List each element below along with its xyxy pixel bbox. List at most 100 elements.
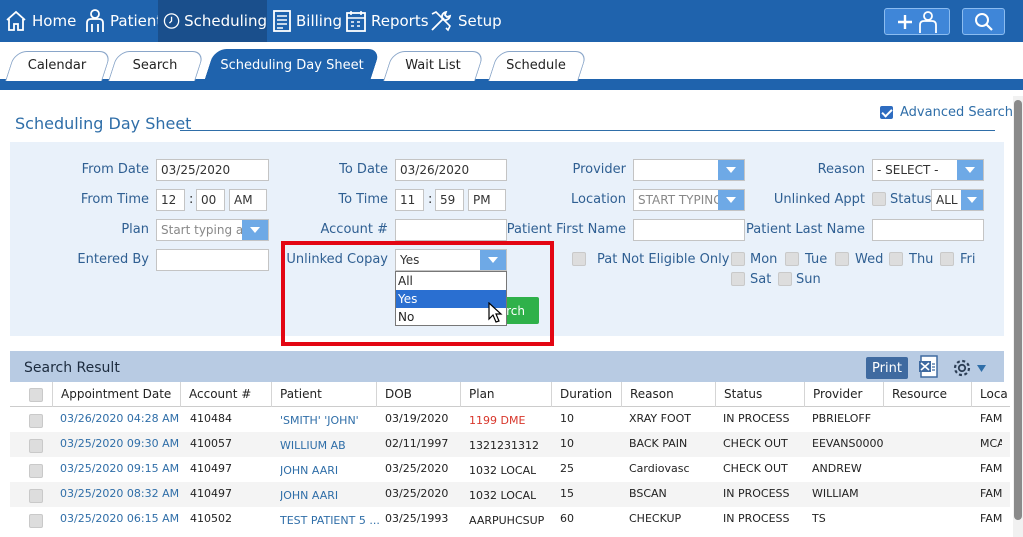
to-ampm-input[interactable]: PM — [468, 189, 506, 211]
patient-first-name-label: Patient First Name — [506, 222, 626, 237]
tab-schedule[interactable]: Schedule — [497, 58, 575, 73]
print-button[interactable]: Print — [866, 357, 908, 379]
home-icon — [6, 10, 26, 31]
entered-by-input[interactable] — [156, 249, 269, 271]
status-select[interactable]: ALL — [931, 189, 984, 211]
col-account[interactable]: Account # — [180, 382, 271, 407]
patient-link[interactable]: 'SMITH' 'JOHN' — [280, 414, 359, 427]
nav-scheduling[interactable]: Scheduling — [158, 0, 267, 42]
appointment-date-link[interactable]: 03/25/2020 09:30 AM — [60, 437, 179, 450]
patient-link[interactable]: JOHN AARI — [280, 489, 338, 502]
reason-cell: XRAY FOOT — [629, 412, 691, 425]
provider-select[interactable] — [633, 159, 745, 181]
add-patient-button[interactable] — [884, 8, 950, 35]
nav-reports[interactable]: Reports — [345, 0, 429, 42]
col-duration[interactable]: Duration — [551, 382, 621, 407]
to-minute-input[interactable]: 59 — [435, 189, 464, 211]
nav-setup[interactable]: Setup — [428, 0, 502, 42]
advanced-search-toggle[interactable]: Advanced Search — [880, 105, 1013, 120]
status-cell: CHECK OUT — [723, 462, 788, 475]
nav-reports-label: Reports — [371, 12, 429, 30]
excel-export-icon[interactable] — [918, 355, 940, 379]
billing-icon — [273, 10, 291, 32]
row-checkbox[interactable] — [29, 489, 43, 503]
col-dob[interactable]: DOB — [376, 382, 460, 407]
location-cell: FAM — [980, 412, 1002, 425]
tab-scheduling-day-sheet[interactable]: Scheduling Day Sheet — [214, 58, 370, 73]
plan-cell: 1032 LOCAL — [469, 489, 537, 502]
col-status[interactable]: Status — [715, 382, 804, 407]
add-user-icon — [898, 10, 937, 33]
duration-cell: 10 — [560, 437, 574, 450]
patient-link[interactable]: TEST PATIENT 5 ... — [280, 514, 380, 527]
time-separator: : — [428, 192, 433, 207]
global-search-button[interactable] — [962, 8, 1005, 35]
location-cell: FAM — [980, 462, 1002, 475]
day-thu-checkbox[interactable] — [889, 252, 903, 266]
location-cell: MCA — [980, 437, 1002, 450]
day-sat-checkbox[interactable] — [731, 272, 745, 286]
row-checkbox[interactable] — [29, 514, 43, 528]
location-input[interactable]: START TYPING — [633, 189, 745, 211]
to-date-input[interactable]: 03/26/2020 — [395, 159, 507, 181]
patient-link[interactable]: JOHN AARI — [280, 464, 338, 477]
col-location[interactable]: Loca — [971, 382, 1008, 407]
from-hour-input[interactable]: 12 — [156, 189, 185, 211]
provider-cell: WILLIAM — [812, 487, 859, 500]
nav-billing[interactable]: Billing — [272, 0, 342, 42]
chevron-down-icon — [718, 160, 744, 180]
account-input[interactable] — [395, 219, 507, 241]
tab-calendar[interactable]: Calendar — [18, 58, 96, 73]
row-checkbox[interactable] — [29, 464, 43, 478]
plan-input[interactable]: Start typing a — [156, 219, 269, 241]
title-divider — [180, 130, 995, 131]
pat-not-eligible-checkbox[interactable] — [572, 252, 586, 266]
patient-link[interactable]: WILLIUM AB — [280, 439, 346, 452]
day-mon-checkbox[interactable] — [731, 252, 745, 266]
appointment-date-link[interactable]: 03/25/2020 08:32 AM — [60, 487, 179, 500]
tab-search[interactable]: Search — [120, 58, 190, 73]
appointment-date-link[interactable]: 03/26/2020 04:28 AM — [60, 412, 179, 425]
scrollbar-thumb[interactable] — [1014, 100, 1022, 520]
col-plan[interactable]: Plan — [460, 382, 551, 407]
patient-first-name-input[interactable] — [633, 219, 745, 241]
reason-cell: CHECKUP — [629, 512, 682, 525]
nav-patient[interactable]: Patient — [84, 0, 162, 42]
provider-cell: ANDREW — [812, 462, 862, 475]
dob-cell: 03/25/2020 — [385, 487, 449, 500]
gear-icon[interactable] — [951, 357, 973, 379]
day-fri-checkbox[interactable] — [940, 252, 954, 266]
duration-cell: 25 — [560, 462, 574, 475]
select-all-checkbox[interactable] — [29, 388, 43, 402]
appointment-date-link[interactable]: 03/25/2020 06:15 AM — [60, 512, 179, 525]
unlinked-appt-checkbox[interactable] — [872, 192, 886, 206]
col-appointment-date[interactable]: Appointment Date — [52, 382, 180, 407]
col-provider[interactable]: Provider — [804, 382, 883, 407]
patient-last-name-input[interactable] — [872, 219, 984, 241]
reason-cell: BSCAN — [629, 487, 667, 500]
reason-select[interactable]: - SELECT - — [872, 159, 984, 181]
row-checkbox[interactable] — [29, 439, 43, 453]
account-cell: 410497 — [190, 462, 232, 475]
col-resource[interactable]: Resource — [883, 382, 971, 407]
day-tue-checkbox[interactable] — [785, 252, 799, 266]
col-patient[interactable]: Patient — [271, 382, 376, 407]
day-wed-checkbox[interactable] — [835, 252, 849, 266]
from-ampm-input[interactable]: AM — [229, 189, 267, 211]
col-reason[interactable]: Reason — [621, 382, 715, 407]
nav-scheduling-label: Scheduling — [184, 12, 267, 30]
nav-home[interactable]: Home — [4, 0, 76, 42]
advanced-search-label: Advanced Search — [900, 105, 1014, 120]
chevron-down-icon[interactable] — [977, 365, 986, 373]
plan-cell: 1199 DME — [469, 414, 526, 427]
advanced-search-checkbox[interactable] — [880, 106, 893, 119]
day-sun-checkbox[interactable] — [778, 272, 792, 286]
appointment-date-link[interactable]: 03/25/2020 09:15 AM — [60, 462, 179, 475]
tab-wait-list[interactable]: Wait List — [393, 58, 473, 73]
to-hour-input[interactable]: 11 — [395, 189, 424, 211]
location-label: Location — [571, 192, 626, 207]
row-checkbox[interactable] — [29, 414, 43, 428]
status-cell: IN PROCESS — [723, 512, 790, 525]
from-date-input[interactable]: 03/25/2020 — [156, 159, 269, 181]
from-minute-input[interactable]: 00 — [196, 189, 225, 211]
